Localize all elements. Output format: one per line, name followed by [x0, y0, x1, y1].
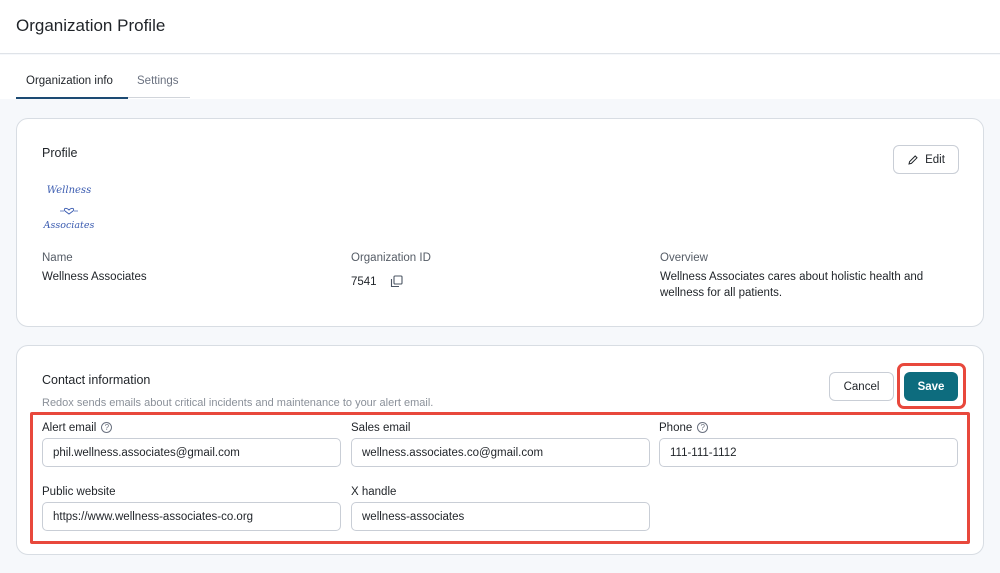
public-website-label: Public website [42, 486, 116, 498]
sales-email-input[interactable] [351, 438, 650, 467]
help-icon[interactable]: ? [101, 422, 113, 433]
edit-button-label: Edit [925, 153, 945, 166]
tab-organization-info[interactable]: Organization info [16, 75, 128, 99]
copy-icon[interactable] [390, 275, 403, 288]
phone-label-row: Phone? [659, 422, 709, 434]
phone-label: Phone [659, 422, 693, 434]
phone-input[interactable] [659, 438, 958, 467]
organization-id-label: Organization ID [351, 252, 431, 264]
overview-value: Wellness Associates cares about holistic… [660, 271, 924, 299]
contact-card: Contact information Redox sends emails a… [16, 345, 984, 555]
organization-id-value: 7541 [351, 276, 377, 288]
overview-label: Overview [660, 252, 708, 264]
name-value: Wellness Associates [42, 271, 147, 283]
sales-email-label: Sales email [351, 422, 411, 434]
profile-section-title: Profile [42, 146, 78, 160]
help-icon[interactable]: ? [697, 422, 709, 433]
logo-text-line2: Associates [43, 220, 95, 231]
organization-logo: Wellness Associates [43, 185, 95, 231]
logo-text-line1: Wellness [47, 185, 91, 196]
x-handle-label: X handle [351, 486, 397, 498]
save-button[interactable]: Save [904, 372, 958, 401]
x-handle-input[interactable] [351, 502, 650, 531]
alert-email-label: Alert email [42, 422, 97, 434]
edit-button[interactable]: Edit [893, 145, 959, 174]
alert-email-label-row: Alert email? [42, 422, 113, 434]
contact-section-title: Contact information [42, 373, 151, 387]
pencil-icon [908, 154, 918, 165]
tab-bar: Organization info Settings [0, 55, 1000, 99]
public-website-input[interactable] [42, 502, 341, 531]
profile-card: Profile Edit Wellness Associates Name We… [16, 118, 984, 327]
top-bar: Organization Profile [0, 0, 1000, 54]
contact-subtext: Redox sends emails about critical incide… [42, 397, 434, 409]
alert-email-input[interactable] [42, 438, 341, 467]
tab-settings[interactable]: Settings [128, 75, 190, 98]
cancel-button[interactable]: Cancel [829, 372, 894, 401]
name-label: Name [42, 252, 73, 264]
page-title: Organization Profile [16, 16, 166, 35]
